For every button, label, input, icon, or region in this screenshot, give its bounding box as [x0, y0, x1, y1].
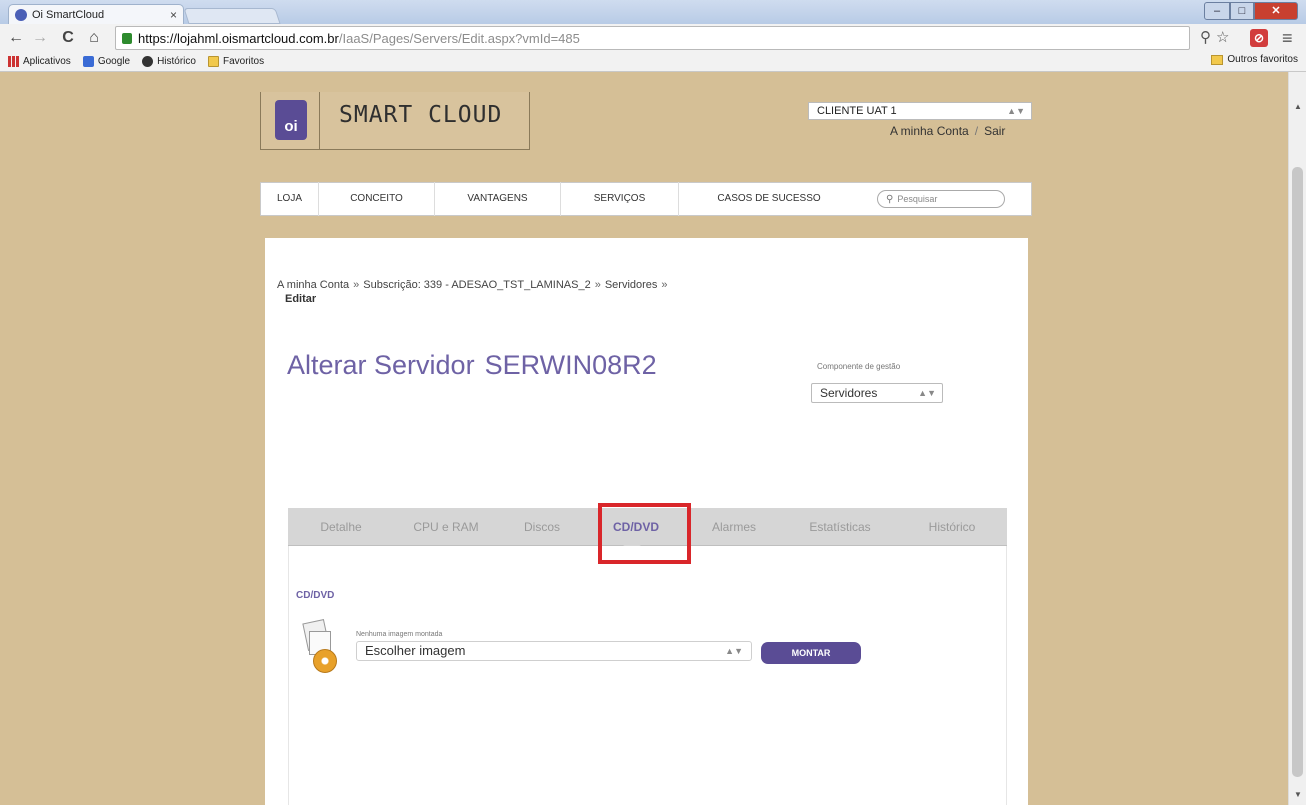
site-favicon-icon	[15, 8, 27, 21]
history-icon	[142, 55, 154, 67]
logo-text: SMART CLOUD	[339, 102, 503, 128]
nav-vantagens[interactable]: VANTAGENS	[435, 182, 561, 216]
client-select-value: CLIENTE UAT 1	[817, 105, 897, 117]
scroll-up-icon[interactable]: ▲	[1294, 102, 1302, 111]
nav-loja[interactable]: LOJA	[261, 182, 319, 216]
other-bookmarks[interactable]: Outros favoritos	[1211, 54, 1298, 65]
google-icon	[82, 55, 94, 67]
url-host: https://lojahml.oismartcloud.com.br	[138, 30, 339, 46]
close-window-button[interactable]: ✕	[1254, 2, 1298, 20]
bookmark-star-icon[interactable]: ☆	[1216, 29, 1229, 47]
bookmark-apps[interactable]: Aplicativos	[8, 55, 71, 67]
search-input[interactable]: ⚲ Pesquisar	[877, 190, 1005, 208]
image-select[interactable]: Escolher imagem ▲▼	[356, 641, 752, 661]
breadcrumb-my-account[interactable]: A minha Conta	[277, 279, 349, 291]
tab-detalhe[interactable]: Detalhe	[288, 508, 394, 546]
my-account-link[interactable]: A minha Conta	[890, 124, 969, 138]
logout-link[interactable]: Sair	[984, 124, 1005, 138]
bookmarks-bar: Aplicativos Google Histórico Favoritos	[0, 50, 1306, 72]
folder-icon	[207, 55, 219, 67]
mount-button[interactable]: MONTAR	[761, 642, 861, 664]
server-name: SERWIN08R2	[484, 350, 657, 380]
component-select-value: Servidores	[820, 386, 878, 400]
extension-icon[interactable]: ⊘	[1250, 29, 1268, 47]
breadcrumb: A minha Conta» Subscrição: 339 - ADESAO_T…	[277, 278, 797, 306]
scroll-down-icon[interactable]: ▼	[1294, 790, 1302, 799]
home-button[interactable]: ⌂	[86, 29, 102, 47]
tab-title: Oi SmartCloud	[32, 8, 105, 21]
main-navigation: LOJA CONCEITO VANTAGENS SERVIÇOS CASOS D…	[260, 182, 1032, 216]
tab-historico[interactable]: Histórico	[898, 508, 1006, 546]
breadcrumb-subscription[interactable]: Subscrição: 339 - ADESAO_TST_LAMINAS_2	[363, 279, 590, 291]
page-title: Alterar Servidor SERWIN08R2	[287, 350, 657, 381]
lock-icon	[122, 32, 132, 44]
breadcrumb-servers[interactable]: Servidores	[605, 279, 658, 291]
page-title-text: Alterar Servidor	[287, 350, 475, 380]
window-controls: – □ ✕	[1204, 2, 1298, 20]
zoom-icon[interactable]: ⚲	[1200, 29, 1211, 47]
search-icon: ⚲	[886, 193, 894, 205]
component-label: Componente de gestão	[817, 362, 901, 371]
tab-alarmes[interactable]: Alarmes	[686, 508, 782, 546]
cd-disc-shape	[313, 649, 337, 673]
browser-menu-icon[interactable]: ≡	[1282, 29, 1293, 47]
cd-dvd-heading: CD/DVD	[296, 590, 335, 601]
select-arrow-icon: ▲▼	[918, 388, 936, 398]
search-placeholder: Pesquisar	[897, 194, 938, 204]
oi-logo-icon: oi	[275, 100, 307, 140]
site-logo[interactable]: oi SMART CLOUD	[260, 92, 530, 150]
account-links: A minha Conta / Sair	[890, 124, 1005, 138]
maximize-button[interactable]: □	[1230, 2, 1254, 20]
bookmark-google[interactable]: Google	[82, 55, 130, 67]
address-bar[interactable]: https://lojahml.oismartcloud.com.br/IaaS…	[115, 26, 1190, 50]
folder-icon	[1211, 54, 1224, 65]
scrollbar-thumb[interactable]	[1292, 167, 1303, 777]
cd-dvd-icon	[302, 619, 341, 675]
tab-close-icon[interactable]: ×	[170, 8, 177, 22]
browser-titlebar: Oi SmartCloud × – □ ✕	[0, 0, 1306, 24]
bookmark-favorites[interactable]: Favoritos	[207, 55, 264, 67]
image-select-value: Escolher imagem	[365, 643, 466, 658]
page-scrollbar[interactable]: ▲ ▼	[1288, 72, 1306, 805]
nav-conceito[interactable]: CONCEITO	[319, 182, 435, 216]
browser-tab[interactable]: Oi SmartCloud ×	[8, 4, 184, 24]
component-select[interactable]: Servidores ▲▼	[811, 383, 943, 403]
breadcrumb-separator: »	[353, 279, 360, 291]
apps-icon	[8, 55, 19, 67]
client-select[interactable]: CLIENTE UAT 1 ▲▼	[808, 102, 1032, 120]
breadcrumb-separator: »	[594, 279, 601, 291]
page-viewport: oi SMART CLOUD CLIENTE UAT 1 ▲▼ A minha …	[0, 72, 1288, 805]
breadcrumb-separator: »	[661, 279, 668, 291]
tab-discos[interactable]: Discos	[498, 508, 586, 546]
image-status-label: Nenhuma imagem montada	[356, 631, 443, 638]
account-separator: /	[974, 124, 979, 138]
forward-button[interactable]: →	[32, 29, 48, 47]
nav-casos-de-sucesso[interactable]: CASOS DE SUCESSO	[679, 182, 859, 216]
highlight-box	[598, 503, 691, 564]
tab-cpu-ram[interactable]: CPU e RAM	[394, 508, 498, 546]
url-path: /IaaS/Pages/Servers/Edit.aspx?vmId=485	[338, 30, 580, 46]
new-tab-button[interactable]	[183, 8, 281, 24]
logo-divider	[319, 92, 320, 150]
bookmark-history[interactable]: Histórico	[142, 55, 196, 67]
minimize-button[interactable]: –	[1204, 2, 1230, 20]
tab-estatisticas[interactable]: Estatísticas	[782, 508, 898, 546]
select-arrow-icon: ▲▼	[725, 646, 743, 656]
back-button[interactable]: ←	[8, 29, 24, 47]
breadcrumb-current: Editar	[285, 293, 317, 305]
reload-button[interactable]: C	[60, 29, 76, 47]
select-arrow-icon: ▲▼	[1007, 106, 1025, 116]
cd-dvd-panel: CD/DVD Nenhuma imagem montada Escolher i…	[288, 546, 1007, 805]
content-card: A minha Conta» Subscrição: 339 - ADESAO_T…	[265, 238, 1028, 805]
nav-servicos[interactable]: SERVIÇOS	[561, 182, 679, 216]
